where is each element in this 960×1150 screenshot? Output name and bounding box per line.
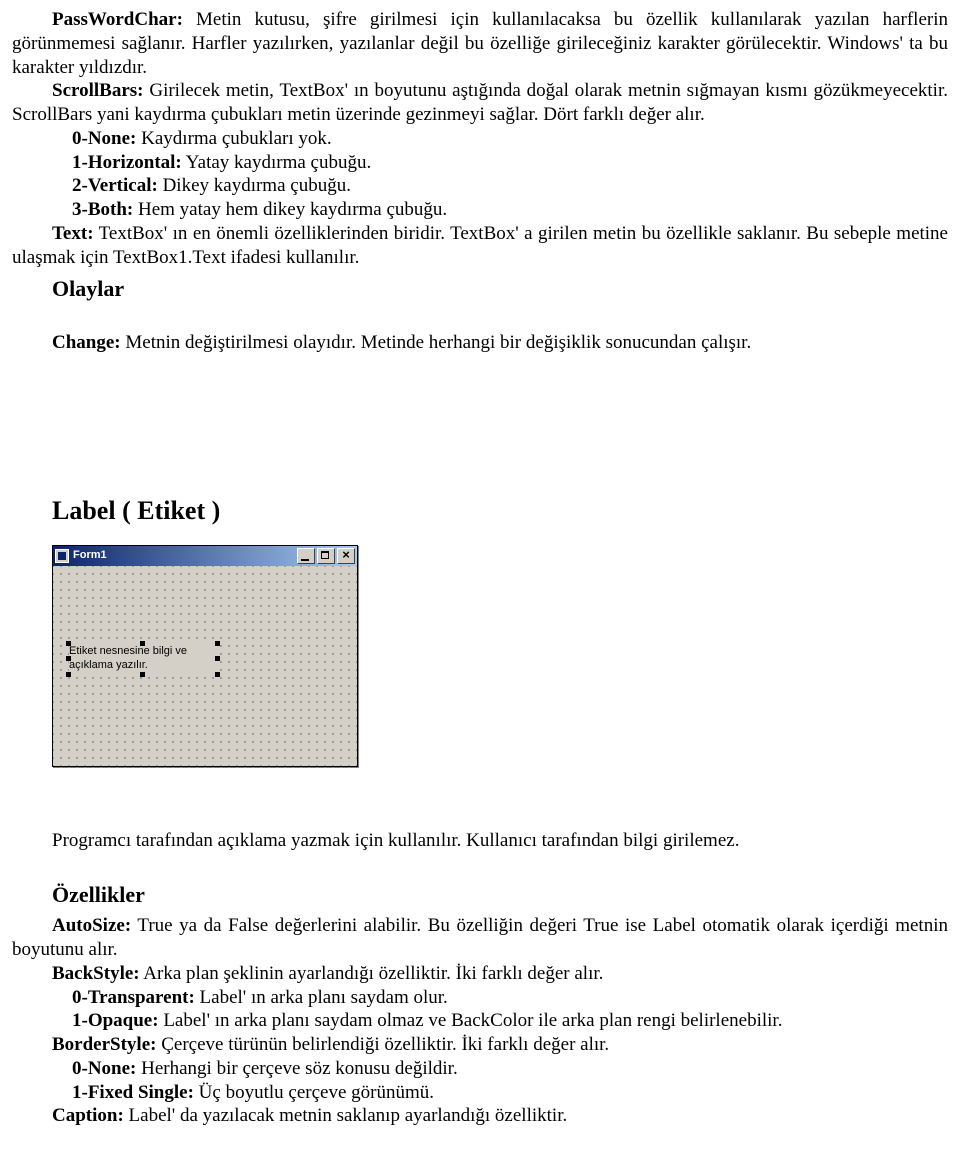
paragraph-label-intro: Programcı tarafından açıklama yazmak içi… bbox=[12, 829, 948, 853]
option-1-opaque: 1-Opaque: Label' ın arka planı saydam ol… bbox=[12, 1009, 948, 1033]
paragraph-text: Text: TextBox' ın en önemli özelliklerin… bbox=[12, 222, 948, 270]
label-opt2: 2-Vertical: bbox=[72, 175, 158, 196]
form1-client-area[interactable]: Etiket nesnesine bilgi ve açıklama yazıl… bbox=[53, 566, 357, 766]
label-opt3: 3-Both: bbox=[72, 199, 133, 220]
option-3-both: 3-Both: Hem yatay hem dikey kaydırma çub… bbox=[12, 198, 948, 222]
option-1-horizontal: 1-Horizontal: Yatay kaydırma çubuğu. bbox=[12, 151, 948, 175]
resize-handle-icon[interactable] bbox=[215, 656, 220, 661]
resize-handle-icon[interactable] bbox=[140, 672, 145, 677]
text-opt0: Kaydırma çubukları yok. bbox=[136, 128, 331, 149]
paragraph-change: Change: Metnin değiştirilmesi olayıdır. … bbox=[12, 331, 948, 355]
minimize-button[interactable] bbox=[297, 548, 315, 564]
heading-label-etiket: Label ( Etiket ) bbox=[52, 495, 948, 528]
label-opt0: 0-None: bbox=[72, 128, 136, 149]
paragraph-borderstyle: BorderStyle: Çerçeve türünün belirlendiğ… bbox=[12, 1033, 948, 1057]
form1-title: Form1 bbox=[73, 549, 107, 563]
text-bd0: Herhangi bir çerçeve söz konusu değildir… bbox=[136, 1058, 457, 1079]
resize-handle-icon[interactable] bbox=[215, 641, 220, 646]
label-opt1: 1-Horizontal: bbox=[72, 152, 182, 173]
heading-ozellikler: Özellikler bbox=[52, 881, 948, 909]
label-autosize: AutoSize: bbox=[52, 915, 131, 936]
label-borderstyle: BorderStyle: bbox=[52, 1034, 156, 1055]
form1-titlebar[interactable]: Form1 bbox=[53, 546, 357, 566]
text-opt2: Dikey kaydırma çubuğu. bbox=[158, 175, 351, 196]
text-bs1: Label' ın arka planı saydam olmaz ve Bac… bbox=[159, 1010, 783, 1031]
label-bs0: 0-Transparent: bbox=[72, 987, 195, 1008]
option-0-none: 0-None: Kaydırma çubukları yok. bbox=[12, 127, 948, 151]
label-caption: Caption: bbox=[52, 1105, 124, 1126]
text-bs0: Label' ın arka planı saydam olur. bbox=[195, 987, 448, 1008]
text-caption: Label' da yazılacak metnin saklanıp ayar… bbox=[124, 1105, 567, 1126]
label-bd0: 0-None: bbox=[72, 1058, 136, 1079]
text-backstyle: Arka plan şeklinin ayarlandığı özellikti… bbox=[140, 963, 604, 984]
form1-window: Form1 Etiket nesnesine bilgi ve açıklama… bbox=[52, 545, 358, 767]
resize-handle-icon[interactable] bbox=[66, 672, 71, 677]
text-change: Metnin değiştirilmesi olayıdır. Metinde … bbox=[121, 332, 752, 353]
label-control[interactable]: Etiket nesnesine bilgi ve açıklama yazıl… bbox=[69, 644, 217, 674]
label-backstyle: BackStyle: bbox=[52, 963, 140, 984]
maximize-button[interactable] bbox=[317, 548, 335, 564]
option-0-transparent: 0-Transparent: Label' ın arka planı sayd… bbox=[12, 986, 948, 1010]
label-change: Change: bbox=[52, 332, 121, 353]
text-text: TextBox' ın en önemli özelliklerinden bi… bbox=[12, 223, 948, 268]
text-autosize: True ya da False değerlerini alabilir. B… bbox=[12, 915, 948, 960]
option-0-none-border: 0-None: Herhangi bir çerçeve söz konusu … bbox=[12, 1057, 948, 1081]
resize-handle-icon[interactable] bbox=[215, 672, 220, 677]
text-borderstyle: Çerçeve türünün belirlendiği özelliktir.… bbox=[156, 1034, 609, 1055]
label-scrollbars: ScrollBars: bbox=[52, 80, 143, 101]
paragraph-passwordchar: PassWordChar: Metin kutusu, şifre girilm… bbox=[12, 8, 948, 79]
label-passwordchar: PassWordChar: bbox=[52, 9, 183, 30]
label-bs1: 1-Opaque: bbox=[72, 1010, 159, 1031]
text-opt3: Hem yatay hem dikey kaydırma çubuğu. bbox=[133, 199, 447, 220]
label-bd1: 1-Fixed Single: bbox=[72, 1082, 194, 1103]
form-icon bbox=[55, 549, 69, 563]
label-control-text: Etiket nesnesine bilgi ve açıklama yazıl… bbox=[69, 645, 187, 671]
option-2-vertical: 2-Vertical: Dikey kaydırma çubuğu. bbox=[12, 174, 948, 198]
close-button[interactable] bbox=[337, 548, 355, 564]
resize-handle-icon[interactable] bbox=[140, 641, 145, 646]
paragraph-scrollbars: ScrollBars: Girilecek metin, TextBox' ın… bbox=[12, 79, 948, 127]
paragraph-backstyle: BackStyle: Arka plan şeklinin ayarlandığ… bbox=[12, 962, 948, 986]
paragraph-caption: Caption: Label' da yazılacak metnin sakl… bbox=[12, 1104, 948, 1128]
text-bd1: Üç boyutlu çerçeve görünümü. bbox=[194, 1082, 434, 1103]
resize-handle-icon[interactable] bbox=[66, 656, 71, 661]
label-text: Text: bbox=[52, 223, 94, 244]
text-scrollbars: Girilecek metin, TextBox' ın boyutunu aş… bbox=[12, 80, 948, 125]
resize-handle-icon[interactable] bbox=[66, 641, 71, 646]
text-opt1: Yatay kaydırma çubuğu. bbox=[182, 152, 371, 173]
heading-olaylar: Olaylar bbox=[52, 275, 948, 303]
option-1-fixedsingle: 1-Fixed Single: Üç boyutlu çerçeve görün… bbox=[12, 1081, 948, 1105]
paragraph-autosize: AutoSize: True ya da False değerlerini a… bbox=[12, 914, 948, 962]
